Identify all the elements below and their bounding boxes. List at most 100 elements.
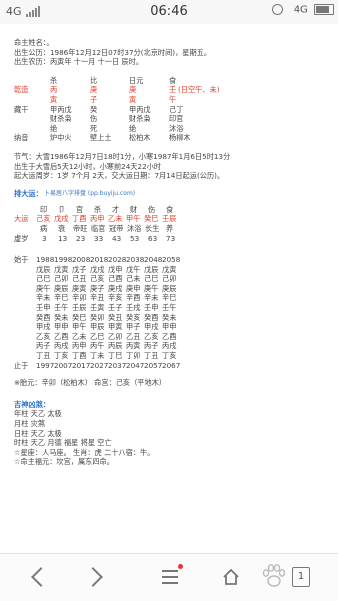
canggan-cell: 癸 (90, 104, 98, 114)
canggan-cell: 己丁 (169, 104, 184, 114)
liunian-cell: 戊辰 (144, 264, 159, 274)
pillar-header: 食 (169, 75, 177, 85)
liunian-cell: 戊午 (126, 264, 141, 274)
liunian-cell: 己卯 (162, 274, 177, 284)
liunian-cell: 丁酉 (72, 351, 87, 361)
liunian-cell: 庚寅 (72, 283, 87, 293)
kongwang-note: (日空午、未) (178, 85, 220, 95)
canggan-cell: 甲丙戊 (50, 104, 72, 114)
liunian-cell: 甲戌 (144, 322, 159, 332)
dayun-pillar: 甲午 (126, 214, 141, 224)
liunian-cell: 己巳 (36, 274, 51, 284)
liunian-cell: 癸巳 (72, 312, 87, 322)
end-years-row-label: 止于 (14, 360, 29, 370)
dishi-cell: 绝 (50, 123, 58, 133)
dishi-cell: 沐浴 (169, 123, 184, 133)
end-year: 2017 (72, 360, 91, 370)
dishi-row: 绝 死 绝 沐浴 (14, 124, 334, 134)
xusui-value: 3 (42, 233, 47, 243)
dayun-god: 杀 (94, 204, 102, 214)
nayin-cell: 炉中火 (50, 133, 72, 143)
liunian-cell: 甲辰 (90, 322, 105, 332)
liunian-cell: 丙午 (90, 341, 105, 351)
start-year: 2058 (162, 255, 181, 265)
liunian-cell: 辛巳 (54, 293, 69, 303)
liunian-cell: 乙亥 (36, 331, 51, 341)
tabs-icon: 1 (292, 567, 310, 587)
liunian-cell: 甲戌 (36, 322, 51, 332)
liunian-cell: 丁丑 (144, 351, 159, 361)
liunian-cell: 丁卯 (126, 351, 141, 361)
liunian-cell: 丙辰 (108, 341, 123, 351)
liunian-cell: 辛未 (144, 293, 159, 303)
dayun-god: 伤 (148, 204, 156, 214)
liunian-row: 己巳 己卯 己丑 己亥 己酉 己未 己巳 己卯 (14, 274, 334, 284)
liunian-cell: 癸亥 (126, 312, 141, 322)
liunian-cell: 丁未 (90, 351, 105, 361)
forward-button[interactable] (70, 554, 130, 601)
liunian-cell: 庚戌 (108, 283, 123, 293)
heavenly-stems-row: 乾造 丙 庚 庚 壬 (日空午、未) (14, 85, 334, 95)
dayun-pillar: 乙未 (108, 214, 123, 224)
liunian-cell: 己未 (126, 274, 141, 284)
liunian-cell: 癸酉 (36, 312, 51, 322)
liunian-row: 乙亥 乙酉 乙未 乙巳 乙卯 乙丑 乙亥 乙酉 (14, 332, 334, 342)
network-indicator-right: 4G (293, 4, 308, 16)
end-year: 2027 (90, 360, 109, 370)
paidayun-link[interactable]: 卜易居八字排盘 (pp.buyiju.com) (44, 189, 135, 199)
jieqi-line: 节气：大雪1986年12月7日18时1分，小寒1987年1月6日5时13分 (14, 151, 231, 161)
dayun-god: 食 (166, 204, 174, 214)
liunian-cell: 戊寅 (54, 264, 69, 274)
dayun-state: 临官 (91, 223, 106, 233)
liunian-row: 辛未 辛巳 辛卯 辛丑 辛亥 辛酉 辛未 辛巳 (14, 293, 334, 303)
shensha-list: 年柱 天乙 太极 月柱 灾煞 日柱 天乙 太极 时柱 天乙 月德 福星 将星 空亡 ☆星… (14, 409, 334, 467)
liunian-cell: 壬寅 (90, 303, 105, 313)
branch: 午 (169, 94, 177, 104)
nayin-row: 纳音 炉中火 壁上土 松柏木 杨柳木 (14, 133, 334, 143)
liunian-cell: 丙子 (144, 341, 159, 351)
home-button[interactable] (200, 554, 260, 601)
dayun-god: 财 (130, 204, 138, 214)
liunian-cell: 戊戌 (90, 264, 105, 274)
status-right: 4G (271, 4, 334, 16)
xusui-label: 虚岁 (14, 233, 29, 243)
dayun-pillar: 癸巳 (144, 214, 159, 224)
nayin-label: 纳音 (14, 133, 29, 143)
notification-dot (178, 564, 183, 569)
liunian-cell: 辛丑 (90, 293, 105, 303)
paidayun-title: 排大运： (14, 188, 43, 198)
start-year: 2018 (90, 255, 109, 265)
shishen-row: 财杀枭 伤 财杀枭 印官 (14, 114, 334, 124)
menu-icon (162, 570, 178, 584)
liunian-cell: 戊辰 (36, 264, 51, 274)
liunian-cell: 壬申 (144, 303, 159, 313)
start-year: 1998 (54, 255, 73, 265)
xusui-value: 73 (166, 233, 176, 243)
pillar-header: 日元 (129, 75, 144, 85)
liunian-cell: 壬子 (108, 303, 123, 313)
menu-button[interactable] (138, 554, 198, 601)
shensha-line: 月柱 灾煞 (14, 419, 46, 428)
liunian-cell: 癸酉 (144, 312, 159, 322)
dayun-pillar: 丙申 (90, 214, 105, 224)
nayin-cell: 杨柳木 (169, 133, 191, 143)
forward-chevron-icon (83, 567, 103, 587)
shensha-title: 吉神凶煞： (14, 399, 50, 409)
liunian-table: 始于 1988 1998 2008 2018 2028 2038 2048 2058 戊辰 戊寅 戊子… (14, 255, 334, 370)
dishi-cell: 绝 (129, 123, 137, 133)
liunian-row: 癸酉 癸未 癸巳 癸卯 癸丑 癸亥 癸酉 癸未 (14, 313, 334, 323)
liunian-cell: 庚申 (126, 283, 141, 293)
status-bar: 4G 06:46 4G (0, 0, 338, 24)
paw-icon[interactable] (258, 560, 290, 592)
canggan-label: 藏干 (14, 104, 29, 114)
stem: 庚 (129, 85, 137, 95)
liunian-cell: 丁巳 (108, 351, 123, 361)
liunian-cell: 丁丑 (36, 351, 51, 361)
dayun-state: 沐浴 (127, 223, 142, 233)
back-button[interactable] (8, 554, 68, 601)
xusui-row: 虚岁 3 13 23 33 43 53 63 73 (14, 234, 334, 244)
liunian-cell: 辛未 (36, 293, 51, 303)
liunian-cell: 甲申 (54, 322, 69, 332)
liunian-cell: 丙寅 (126, 341, 141, 351)
liunian-cell: 丙戌 (162, 341, 177, 351)
